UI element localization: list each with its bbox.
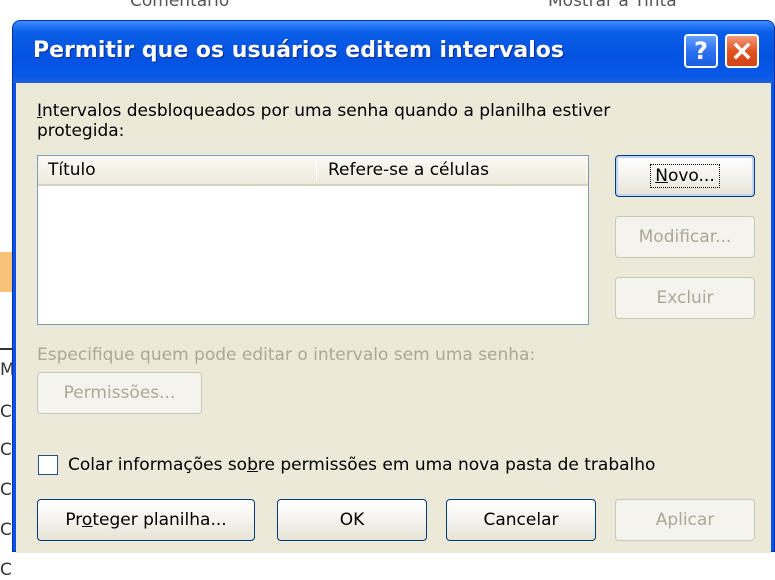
protect-sheet-text-post: teger planilha...: [92, 510, 227, 530]
paste-permissions-text-post: re permissões em uma nova pasta de traba…: [257, 455, 656, 475]
dialog-title: Permitir que os usuários editem interval…: [33, 38, 564, 63]
dialog-window: Permitir que os usuários editem interval…: [12, 20, 775, 553]
ok-button-label: OK: [339, 510, 365, 530]
new-button[interactable]: Novo...: [615, 155, 755, 197]
background-selected-cell: [0, 252, 12, 292]
help-button[interactable]: ?: [684, 34, 718, 68]
cancel-button-label: Cancelar: [483, 510, 559, 530]
background-row-line: [0, 348, 12, 350]
cancel-button[interactable]: Cancelar: [446, 499, 596, 541]
column-separator[interactable]: [316, 161, 317, 181]
background-sheet-left: M C C C C C: [0, 30, 15, 580]
permissions-button-label: Permissões...: [63, 383, 176, 403]
close-x-icon: [733, 42, 751, 60]
delete-button-label: Excluir: [656, 288, 714, 308]
help-icon: ?: [694, 37, 708, 65]
paste-permissions-accelerator: b: [247, 455, 258, 475]
modify-button-label: Modificar...: [638, 227, 732, 247]
background-row-glyph: C: [0, 560, 12, 580]
apply-button[interactable]: Aplicar: [615, 499, 755, 541]
ranges-label-line2: protegida:: [37, 121, 125, 141]
paste-permissions-text-pre: Colar informações so: [68, 455, 248, 475]
title-bar[interactable]: Permitir que os usuários editem interval…: [13, 21, 774, 83]
new-button-label: Novo...: [650, 164, 720, 188]
new-button-accelerator: N: [655, 166, 668, 186]
specify-label: Especifique quem pode editar o intervalo…: [37, 345, 536, 365]
close-button[interactable]: [725, 34, 759, 68]
ranges-label-text: ntervalos desbloqueados por uma senha qu…: [42, 101, 611, 121]
background-row-glyph: C: [0, 520, 12, 540]
background-row-glyph: C: [0, 402, 12, 422]
protect-sheet-accelerator: o: [81, 510, 93, 530]
ranges-list-header: Título Refere-se a células: [38, 156, 588, 186]
new-button-text: ovo...: [667, 166, 715, 186]
background-row-glyph: C: [0, 440, 12, 460]
paste-permissions-checkbox[interactable]: [38, 455, 58, 475]
background-show-ink-label: Mostrar a Tinta: [548, 0, 677, 11]
paste-permissions-label[interactable]: Colar informações sobre permissões em um…: [68, 455, 655, 475]
column-header-title[interactable]: Título: [38, 156, 316, 184]
protect-sheet-label: Proteger planilha...: [65, 510, 226, 530]
apply-button-label: Aplicar: [655, 510, 715, 530]
protect-sheet-button[interactable]: Proteger planilha...: [37, 499, 255, 541]
permissions-button[interactable]: Permissões...: [37, 372, 202, 414]
column-header-refers-to[interactable]: Refere-se a células: [318, 156, 586, 184]
delete-button[interactable]: Excluir: [615, 277, 755, 319]
modify-button[interactable]: Modificar...: [615, 216, 755, 258]
column-separator[interactable]: [586, 161, 587, 181]
ranges-label: Intervalos desbloqueados por uma senha q…: [37, 101, 610, 121]
background-comment-label: Comentário: [130, 0, 230, 11]
ranges-list[interactable]: Título Refere-se a células: [37, 155, 589, 325]
background-row-glyph: C: [0, 480, 12, 500]
dialog-client-area: Intervalos desbloqueados por uma senha q…: [16, 83, 771, 553]
ok-button[interactable]: OK: [277, 499, 427, 541]
protect-sheet-text-pre: Pr: [65, 510, 82, 530]
